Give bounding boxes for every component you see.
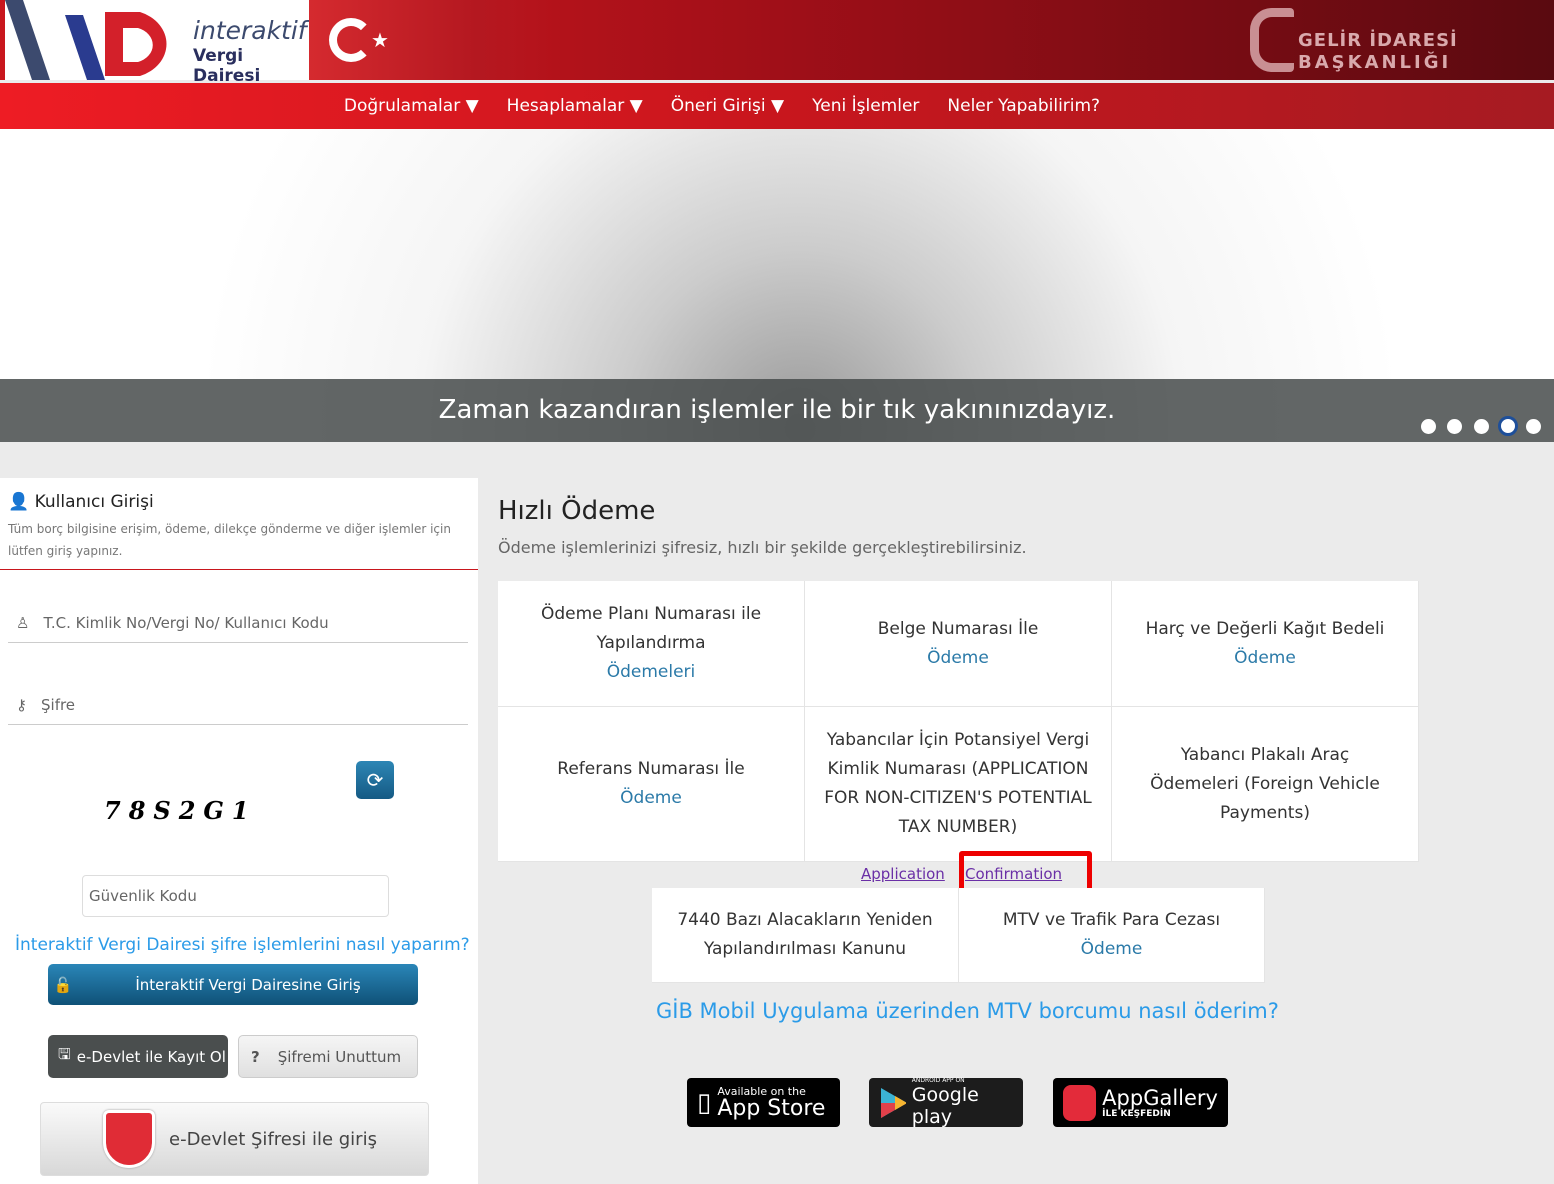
password-help-link[interactable]: İnteraktif Vergi Dairesi şifre işlemleri… <box>15 935 470 955</box>
password-input[interactable]: ⚷ Şifre <box>8 685 468 725</box>
slider-dot[interactable] <box>1474 419 1489 434</box>
gib-logo[interactable]: GELİR İDARESİ BAŞKANLIĞI <box>1298 30 1458 74</box>
nav-oneri-girisi[interactable]: Öneri Girişi ▼ <box>671 96 784 116</box>
login-button[interactable]: 🔓 İnteraktif Vergi Dairesine Giriş <box>48 964 418 1005</box>
login-description: Tüm borç bilgisine erişim, ödeme, dilekç… <box>8 522 451 558</box>
captcha-image: 78S2G1 <box>104 796 257 825</box>
slider-dot[interactable] <box>1526 419 1541 434</box>
slider-dot[interactable] <box>1447 419 1462 434</box>
slider-dot[interactable] <box>1421 419 1436 434</box>
payment-card-foreign-vehicle[interactable]: Yabancı Plakalı Araç Ödemeleri (Foreign … <box>1112 707 1419 862</box>
username-input[interactable]: ♙ T.C. Kimlik No/Vergi No/ Kullanıcı Kodu <box>8 603 468 643</box>
mobile-mtv-link[interactable]: GİB Mobil Uygulama üzerinden MTV borcumu… <box>656 999 1279 1023</box>
forgot-password-button[interactable]: ? Şifremi Unuttum <box>238 1035 418 1078</box>
unlock-icon: 🔓 <box>53 975 73 994</box>
login-panel: 👤 Kullanıcı Girişi Tüm borç bilgisine er… <box>0 478 478 1184</box>
key-icon: ⚷ <box>16 695 27 714</box>
turkish-flag-image: ★ <box>309 0 549 80</box>
edevlet-shield-icon <box>103 1110 155 1168</box>
nav-hesaplamalar[interactable]: Hesaplamalar ▼ <box>507 96 643 116</box>
application-link[interactable]: Application <box>861 865 945 883</box>
user-icon: ♙ <box>16 613 30 632</box>
quick-payment-title: Hızlı Ödeme <box>498 496 656 526</box>
payment-card-fee[interactable]: Harç ve Değerli Kağıt Bedeli Ödeme <box>1112 581 1419 707</box>
quick-payment-subtitle: Ödeme işlemlerinizi şifresiz, hızlı bir … <box>498 538 1027 557</box>
payment-card-mtv[interactable]: MTV ve Trafik Para Cezası Ödeme <box>959 888 1265 983</box>
edevlet-register-button[interactable]: 🖫 e-Devlet ile Kayıt Ol <box>48 1035 228 1078</box>
nav-dogrulamalar[interactable]: Doğrulamalar ▼ <box>344 96 479 116</box>
gib-logo-icon <box>1250 8 1294 72</box>
nav-neler-yapabilirim[interactable]: Neler Yapabilirim? <box>947 96 1100 116</box>
payment-card-reference[interactable]: Referans Numarası İle Ödeme <box>498 707 805 862</box>
ivd-logo[interactable]: interaktif Vergi Dairesi <box>5 0 309 86</box>
app-store-badge[interactable]: ▯ Available on the App Store <box>687 1078 840 1127</box>
payment-grid-2: 7440 Bazı Alacakların Yeniden Yapılandır… <box>652 888 1265 983</box>
appgallery-badge[interactable]: AppGallery İLE KEŞFEDİN <box>1053 1078 1228 1127</box>
refresh-captcha-button[interactable]: ⟳ <box>356 761 394 799</box>
payment-card-document[interactable]: Belge Numarası İle Ödeme <box>805 581 1112 707</box>
huawei-icon <box>1063 1084 1097 1121</box>
question-icon: ? <box>251 1047 260 1066</box>
payment-grid: Ödeme Planı Numarası ile Yapılandırma Öde… <box>498 581 1419 862</box>
main-nav: Doğrulamalar ▼ Hesaplamalar ▼ Öneri Giri… <box>0 83 1554 129</box>
google-play-badge[interactable]: ANDROID APP ON Google play <box>869 1077 1023 1128</box>
payment-card-foreign-tax-number: Yabancılar İçin Potansiyel Vergi Kimlik … <box>805 707 1112 862</box>
login-title: 👤 Kullanıcı Girişi <box>8 492 154 512</box>
payment-card-plan[interactable]: Ödeme Planı Numarası ile Yapılandırma Öde… <box>498 581 805 707</box>
hero-caption: Zaman kazandıran işlemler ile bir tık ya… <box>0 379 1554 442</box>
phone-icon: ▯ <box>697 1087 712 1118</box>
edevlet-login-button[interactable]: e-Devlet Şifresi ile giriş <box>40 1102 429 1176</box>
save-icon: 🖫 <box>58 1045 71 1063</box>
security-code-input[interactable]: Güvenlik Kodu <box>82 875 389 917</box>
google-play-icon <box>881 1087 906 1118</box>
nav-yeni-islemler[interactable]: Yeni İşlemler <box>812 96 919 116</box>
slider-dot-active[interactable] <box>1498 416 1518 436</box>
payment-card-7440[interactable]: 7440 Bazı Alacakların Yeniden Yapılandır… <box>652 888 959 983</box>
